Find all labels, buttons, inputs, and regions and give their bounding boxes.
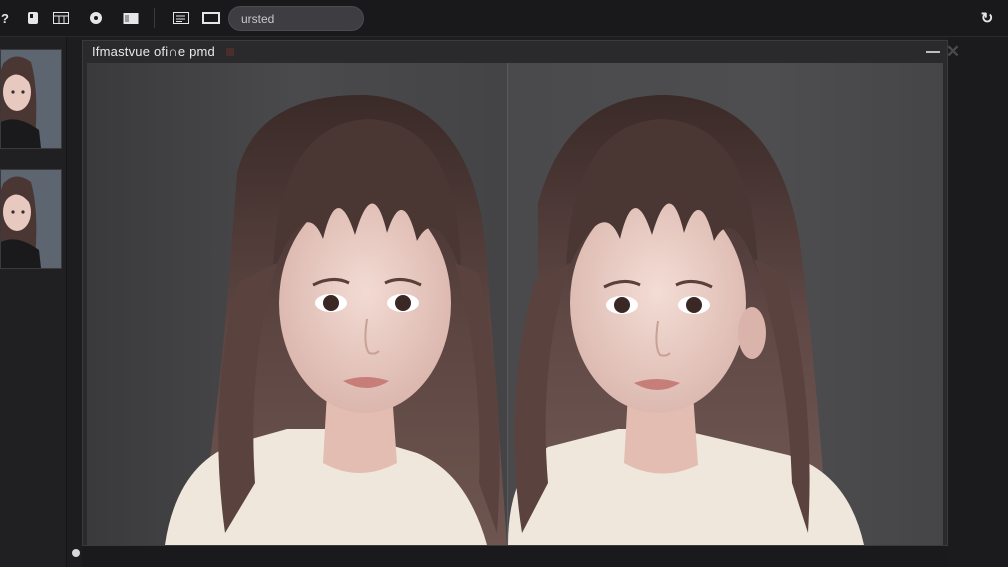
thumbnail-2[interactable] xyxy=(0,169,62,269)
thumbnail-sidebar xyxy=(0,37,67,567)
thumbnail-1[interactable] xyxy=(0,49,62,149)
search-input[interactable] xyxy=(228,6,364,31)
close-icon: ✕ xyxy=(945,42,961,61)
list-icon[interactable] xyxy=(170,7,192,29)
help-icon[interactable]: ? xyxy=(0,7,16,29)
image-viewer xyxy=(87,63,943,545)
close-button[interactable]: ✕ xyxy=(944,43,962,61)
panel-title: Ifmastvue ofi∩e pmd xyxy=(92,44,215,59)
right-panel-strip xyxy=(948,37,1008,567)
status-bar xyxy=(82,546,948,567)
lock-icon xyxy=(226,48,234,56)
folder-icon[interactable] xyxy=(120,7,142,29)
minimize-button[interactable] xyxy=(926,51,940,53)
bookmark-icon[interactable] xyxy=(22,7,44,29)
compare-panel: Ifmastvue ofi∩e pmd ✕ xyxy=(82,40,960,546)
refresh-icon[interactable]: ↻ xyxy=(976,7,998,29)
window-icon[interactable] xyxy=(200,7,222,29)
top-toolbar: ? ↻ xyxy=(0,0,1008,37)
toolbar-separator xyxy=(154,8,155,28)
portrait-before[interactable] xyxy=(87,63,507,545)
status-dot-icon xyxy=(72,549,80,557)
portrait-after[interactable] xyxy=(508,63,943,545)
settings-icon[interactable] xyxy=(85,7,107,29)
grid-icon[interactable] xyxy=(50,7,72,29)
